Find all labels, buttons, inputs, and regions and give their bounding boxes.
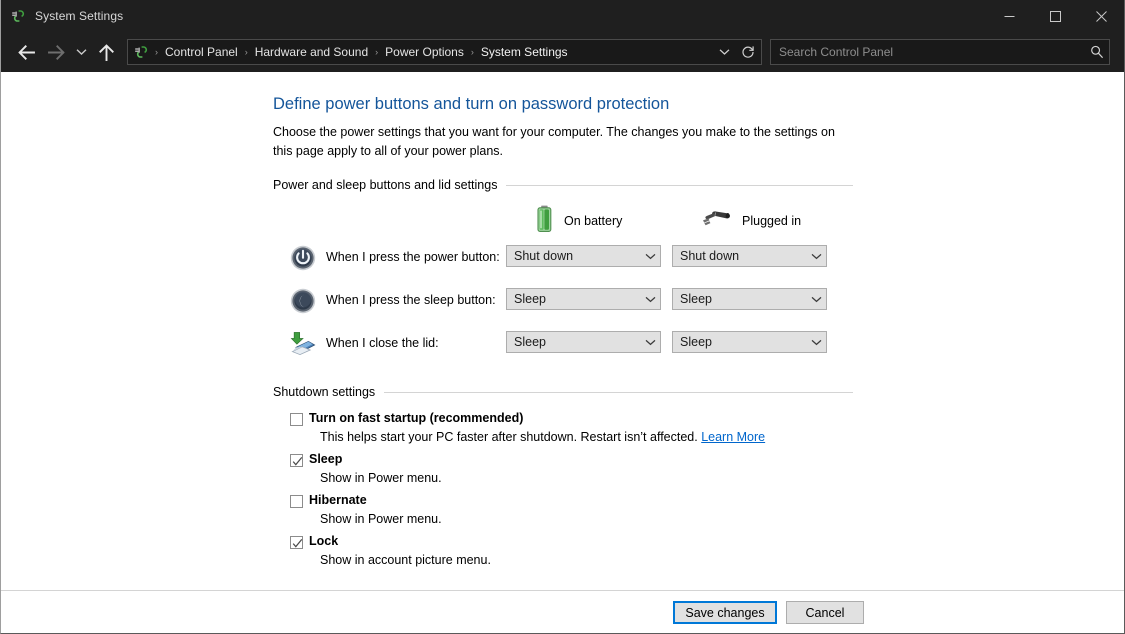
power-section-title: Power and sleep buttons and lid settings bbox=[273, 178, 506, 192]
save-changes-button[interactable]: Save changes bbox=[673, 601, 777, 624]
shutdown-section-header: Shutdown settings bbox=[273, 385, 853, 399]
setting-row-close-lid: When I close the lid: Sleep Sleep bbox=[273, 326, 853, 369]
window-controls bbox=[986, 0, 1124, 32]
setting-row-power-button: When I press the power button: Shut down… bbox=[273, 240, 853, 283]
breadcrumb-separator: › bbox=[372, 48, 381, 57]
checkbox-label: Sleep bbox=[309, 452, 342, 466]
selected-value: Sleep bbox=[673, 292, 712, 306]
close-lid-plugged-in-select[interactable]: Sleep bbox=[672, 331, 827, 353]
column-headers: On battery Plugged in bbox=[273, 206, 853, 240]
refresh-icon[interactable] bbox=[735, 40, 761, 64]
checkbox-row-sleep[interactable]: Sleep bbox=[273, 451, 853, 470]
power-button-on-battery-select[interactable]: Shut down bbox=[506, 245, 661, 267]
address-bar-power-plug-icon bbox=[134, 44, 150, 60]
chevron-down-icon bbox=[640, 339, 660, 346]
breadcrumb: › Control Panel › Hardware and Sound › P… bbox=[152, 45, 713, 59]
power-button-row-label: When I press the power button: bbox=[326, 250, 500, 264]
content-area: Define power buttons and turn on passwor… bbox=[1, 72, 1124, 634]
chevron-down-icon bbox=[640, 253, 660, 260]
checkbox-label: Hibernate bbox=[309, 493, 367, 507]
checkbox-description-hibernate: Show in Power menu. bbox=[320, 512, 853, 526]
search-box[interactable] bbox=[770, 39, 1110, 65]
sleep-button-icon bbox=[290, 288, 316, 314]
column-header-plugged-in: Plugged in bbox=[701, 206, 801, 236]
checkbox-label: Turn on fast startup (recommended) bbox=[309, 411, 523, 425]
maximize-icon[interactable] bbox=[1032, 0, 1078, 32]
power-plug-icon bbox=[701, 208, 731, 235]
up-arrow-icon[interactable] bbox=[91, 36, 121, 68]
breadcrumb-separator: › bbox=[242, 48, 251, 57]
address-bar[interactable]: › Control Panel › Hardware and Sound › P… bbox=[127, 39, 762, 65]
close-lid-on-battery-select[interactable]: Sleep bbox=[506, 331, 661, 353]
checkbox-hibernate[interactable] bbox=[290, 495, 303, 508]
chevron-down-icon bbox=[640, 296, 660, 303]
selected-value: Shut down bbox=[507, 249, 573, 263]
sleep-button-row-label: When I press the sleep button: bbox=[326, 293, 496, 307]
breadcrumb-item-hardware-and-sound[interactable]: Hardware and Sound bbox=[251, 45, 372, 59]
checkbox-description-lock: Show in account picture menu. bbox=[320, 553, 853, 567]
checkbox-description-sleep: Show in Power menu. bbox=[320, 471, 853, 485]
section-divider bbox=[506, 185, 853, 186]
checkbox-label: Lock bbox=[309, 534, 338, 548]
shutdown-section-title: Shutdown settings bbox=[273, 385, 384, 399]
selected-value: Sleep bbox=[507, 292, 546, 306]
description-text: This helps start your PC faster after sh… bbox=[320, 430, 701, 444]
recent-locations-chevron-icon[interactable] bbox=[71, 36, 91, 68]
checkbox-row-hibernate[interactable]: Hibernate bbox=[273, 492, 853, 511]
close-lid-row-label: When I close the lid: bbox=[326, 336, 439, 350]
battery-icon bbox=[536, 205, 553, 238]
system-settings-window: System Settings bbox=[0, 0, 1125, 634]
close-icon[interactable] bbox=[1078, 0, 1124, 32]
chevron-down-icon bbox=[806, 339, 826, 346]
power-section-header: Power and sleep buttons and lid settings bbox=[273, 178, 853, 192]
setting-row-sleep-button: When I press the sleep button: Sleep Sle… bbox=[273, 283, 853, 326]
breadcrumb-item-control-panel[interactable]: Control Panel bbox=[161, 45, 242, 59]
section-divider bbox=[384, 392, 853, 393]
checkbox-sleep[interactable] bbox=[290, 454, 303, 467]
on-battery-label: On battery bbox=[564, 214, 622, 228]
settings-page: Define power buttons and turn on passwor… bbox=[273, 94, 853, 574]
chevron-down-icon bbox=[806, 296, 826, 303]
window-title: System Settings bbox=[35, 9, 123, 23]
checkbox-row-fast-startup[interactable]: Turn on fast startup (recommended) bbox=[273, 410, 853, 429]
learn-more-link[interactable]: Learn More bbox=[701, 430, 765, 444]
breadcrumb-item-system-settings[interactable]: System Settings bbox=[477, 45, 572, 59]
selected-value: Sleep bbox=[507, 335, 546, 349]
footer-actions: Save changes Cancel bbox=[1, 591, 1124, 634]
title-bar: System Settings bbox=[1, 0, 1124, 32]
sleep-button-plugged-in-select[interactable]: Sleep bbox=[672, 288, 827, 310]
page-description: Choose the power settings that you want … bbox=[273, 123, 836, 160]
chevron-down-icon bbox=[806, 253, 826, 260]
search-input[interactable] bbox=[771, 45, 1085, 59]
column-header-on-battery: On battery bbox=[536, 206, 622, 236]
shutdown-options-list: Turn on fast startup (recommended) This … bbox=[273, 410, 853, 567]
power-button-icon bbox=[290, 245, 316, 271]
breadcrumb-separator: › bbox=[152, 48, 161, 57]
breadcrumb-item-power-options[interactable]: Power Options bbox=[381, 45, 468, 59]
plugged-in-label: Plugged in bbox=[742, 214, 801, 228]
sleep-button-on-battery-select[interactable]: Sleep bbox=[506, 288, 661, 310]
checkbox-row-lock[interactable]: Lock bbox=[273, 533, 853, 552]
navigation-toolbar: › Control Panel › Hardware and Sound › P… bbox=[1, 32, 1124, 72]
page-title: Define power buttons and turn on passwor… bbox=[273, 94, 853, 114]
checkbox-lock[interactable] bbox=[290, 536, 303, 549]
address-dropdown-chevron-icon[interactable] bbox=[713, 40, 735, 64]
selected-value: Shut down bbox=[673, 249, 739, 263]
cancel-button[interactable]: Cancel bbox=[786, 601, 864, 624]
power-plug-icon bbox=[11, 8, 27, 24]
search-icon[interactable] bbox=[1085, 40, 1109, 64]
breadcrumb-separator: › bbox=[468, 48, 477, 57]
checkbox-fast-startup[interactable] bbox=[290, 413, 303, 426]
selected-value: Sleep bbox=[673, 335, 712, 349]
back-arrow-icon[interactable] bbox=[11, 36, 41, 68]
minimize-icon[interactable] bbox=[986, 0, 1032, 32]
laptop-lid-icon bbox=[290, 331, 316, 357]
power-button-plugged-in-select[interactable]: Shut down bbox=[672, 245, 827, 267]
checkbox-description-fast-startup: This helps start your PC faster after sh… bbox=[320, 430, 853, 444]
forward-arrow-icon[interactable] bbox=[41, 36, 71, 68]
